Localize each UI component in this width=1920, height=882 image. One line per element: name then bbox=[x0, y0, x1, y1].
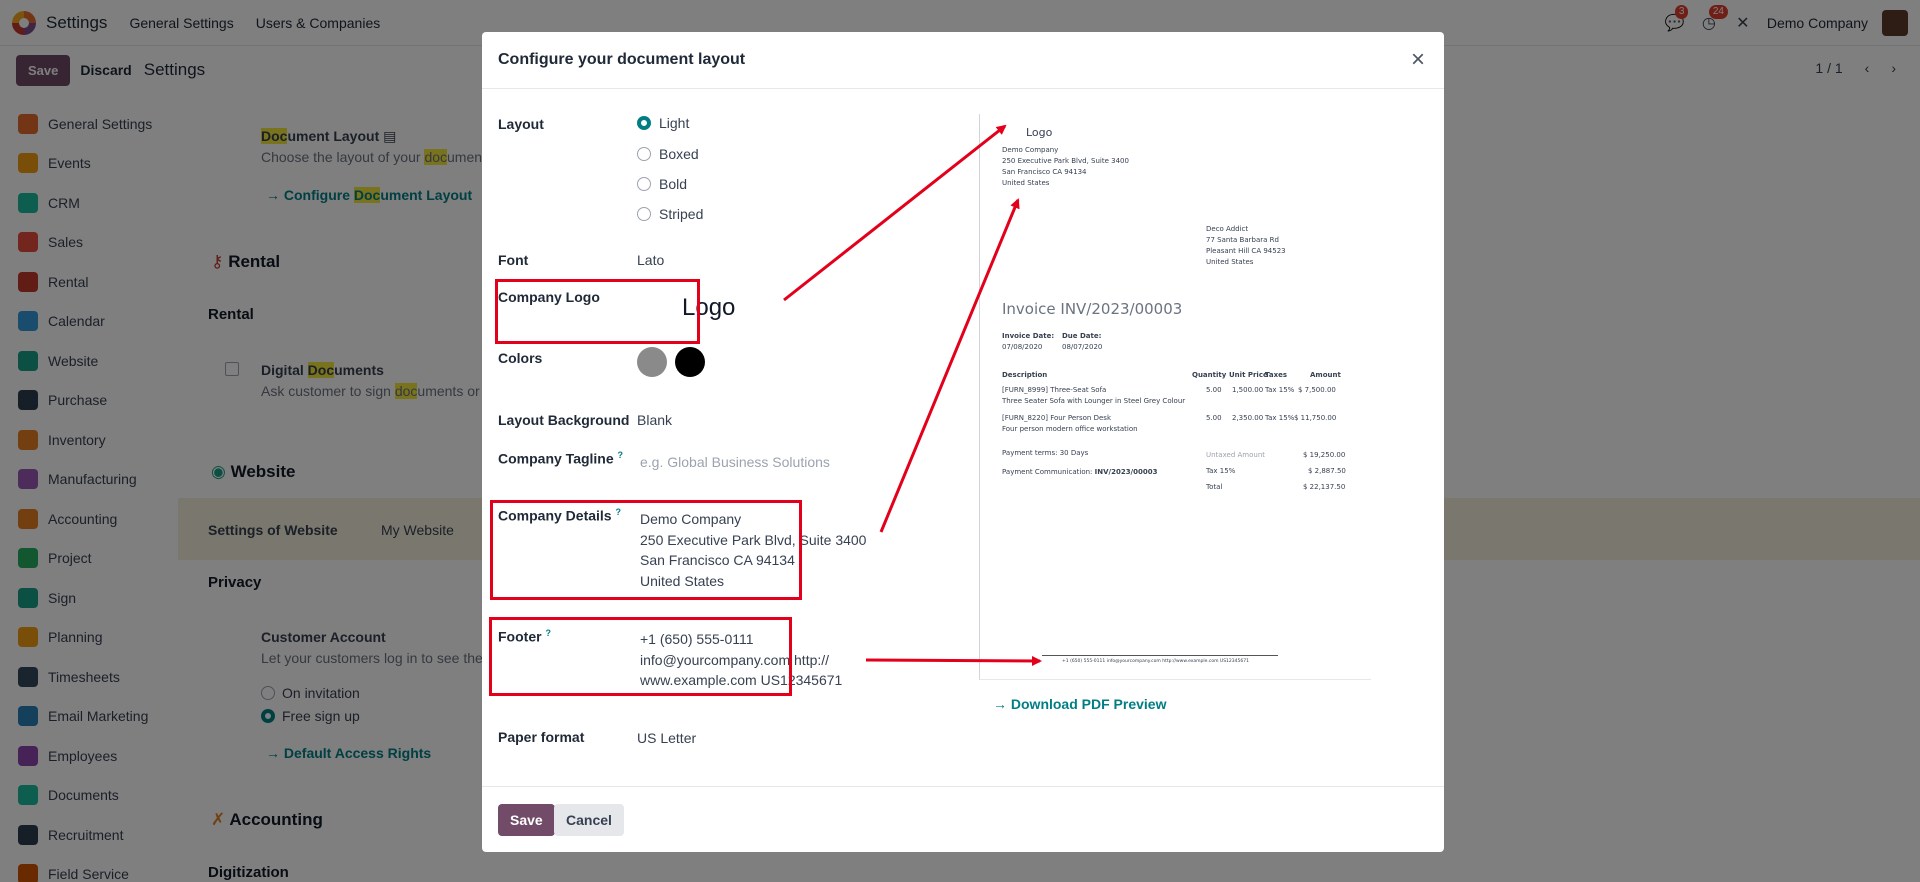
layout-option-light[interactable]: Light bbox=[637, 115, 689, 131]
preview-untaxed-label: Untaxed Amount bbox=[1206, 451, 1266, 459]
preview-col-description: Description bbox=[1002, 371, 1048, 379]
preview-col-quantity: Quantity bbox=[1192, 371, 1227, 379]
annotation-box-logo bbox=[495, 279, 700, 344]
layout-option-label: Striped bbox=[659, 206, 704, 222]
close-icon[interactable]: × bbox=[1404, 46, 1432, 74]
preview-footer-rule bbox=[1042, 655, 1278, 656]
preview-row-desc2: Three Seater Sofa with Lounger in Steel … bbox=[1002, 397, 1186, 405]
preview-invoice-date-label: Invoice Date: bbox=[1002, 332, 1055, 340]
preview-row-amount: $ 7,500.00 bbox=[1298, 386, 1336, 394]
layout-option-striped[interactable]: Striped bbox=[637, 206, 703, 222]
preview-col-unit-price: Unit Price bbox=[1229, 371, 1268, 379]
preview-payment-terms: Payment terms: 30 Days bbox=[1002, 449, 1089, 457]
preview-due-date: 08/07/2020 bbox=[1062, 343, 1103, 351]
radio-icon bbox=[637, 177, 651, 191]
layout-option-boxed[interactable]: Boxed bbox=[637, 146, 699, 162]
colors-label: Colors bbox=[498, 350, 543, 366]
preview-row-desc: [FURN_8999] Three-Seat Sofa bbox=[1002, 386, 1107, 394]
radio-selected-icon bbox=[637, 116, 651, 130]
company-tagline-input[interactable]: e.g. Global Business Solutions bbox=[640, 454, 830, 470]
paper-format-select[interactable]: US Letter bbox=[637, 730, 696, 746]
preview-footer-line: +1 (650) 555-0111 info@yourcompany.com h… bbox=[1062, 659, 1249, 664]
help-icon: ? bbox=[617, 450, 624, 460]
preview-company-line: United States bbox=[1002, 179, 1050, 187]
preview-row-qty: 5.00 bbox=[1206, 386, 1222, 394]
radio-icon bbox=[637, 147, 651, 161]
preview-row-tax: Tax 15% bbox=[1265, 386, 1295, 394]
preview-customer-line: Deco Addict bbox=[1206, 225, 1249, 233]
preview-untaxed: $ 19,250.00 bbox=[1303, 451, 1346, 459]
preview-due-date-label: Due Date: bbox=[1062, 332, 1102, 340]
dialog-save-button[interactable]: Save bbox=[498, 804, 555, 836]
preview-row-desc: [FURN_8220] Four Person Desk bbox=[1002, 414, 1111, 422]
dialog-cancel-button[interactable]: Cancel bbox=[554, 804, 624, 836]
preview-tax: $ 2,887.50 bbox=[1308, 467, 1346, 475]
preview-customer-line: United States bbox=[1206, 258, 1254, 266]
preview-customer-line: Pleasant Hill CA 94523 bbox=[1206, 247, 1286, 255]
paper-format-label: Paper format bbox=[498, 729, 585, 745]
document-preview: Logo Demo Company 250 Executive Park Blv… bbox=[979, 114, 1371, 680]
font-select[interactable]: Lato bbox=[637, 252, 664, 268]
preview-invoice-title: Invoice INV/2023/00003 bbox=[1002, 300, 1183, 318]
layout-label: Layout bbox=[498, 116, 544, 132]
radio-icon bbox=[637, 207, 651, 221]
layout-option-bold[interactable]: Bold bbox=[637, 176, 687, 192]
preview-company-line: Demo Company bbox=[1002, 146, 1059, 154]
company-tagline-label: Company Tagline ? bbox=[498, 450, 624, 467]
preview-logo: Logo bbox=[1026, 126, 1053, 139]
preview-row-qty: 5.00 bbox=[1206, 414, 1222, 422]
primary-color-swatch[interactable] bbox=[637, 347, 667, 377]
preview-total: $ 22,137.50 bbox=[1303, 483, 1346, 491]
preview-row-amount: $ 11,750.00 bbox=[1294, 414, 1337, 422]
preview-payment-comm: Payment Communication: INV/2023/00003 bbox=[1002, 468, 1158, 476]
preview-invoice-date: 07/08/2020 bbox=[1002, 343, 1043, 351]
preview-company-line: 250 Executive Park Blvd, Suite 3400 bbox=[1002, 157, 1129, 165]
secondary-color-swatch[interactable] bbox=[675, 347, 705, 377]
layout-option-label: Boxed bbox=[659, 146, 699, 162]
preview-col-taxes: Taxes bbox=[1265, 371, 1288, 379]
preview-total-label: Total bbox=[1206, 483, 1223, 491]
preview-customer-line: 77 Santa Barbara Rd bbox=[1206, 236, 1279, 244]
font-label: Font bbox=[498, 252, 529, 268]
preview-row-tax: Tax 15% bbox=[1265, 414, 1295, 422]
layout-background-select[interactable]: Blank bbox=[637, 412, 672, 428]
document-layout-dialog: Configure your document layout × Layout … bbox=[482, 32, 1444, 852]
download-pdf-preview-link[interactable]: → Download PDF Preview bbox=[993, 696, 1166, 712]
preview-row-price: 1,500.00 bbox=[1232, 386, 1264, 394]
preview-row-desc2: Four person modern office workstation bbox=[1002, 425, 1138, 433]
preview-row-price: 2,350.00 bbox=[1232, 414, 1264, 422]
annotation-box-footer bbox=[489, 617, 792, 696]
layout-option-label: Bold bbox=[659, 176, 688, 192]
annotation-box-details bbox=[490, 500, 802, 600]
preview-col-amount: Amount bbox=[1310, 371, 1341, 379]
dialog-title: Configure your document layout bbox=[498, 51, 746, 68]
preview-company-line: San Francisco CA 94134 bbox=[1002, 168, 1087, 176]
dialog-header: Configure your document layout bbox=[482, 32, 1444, 89]
dialog-footer: Save Cancel bbox=[482, 786, 1444, 852]
layout-background-label: Layout Background bbox=[498, 412, 630, 428]
layout-option-label: Light bbox=[659, 115, 690, 131]
preview-tax-label: Tax 15% bbox=[1206, 467, 1236, 475]
